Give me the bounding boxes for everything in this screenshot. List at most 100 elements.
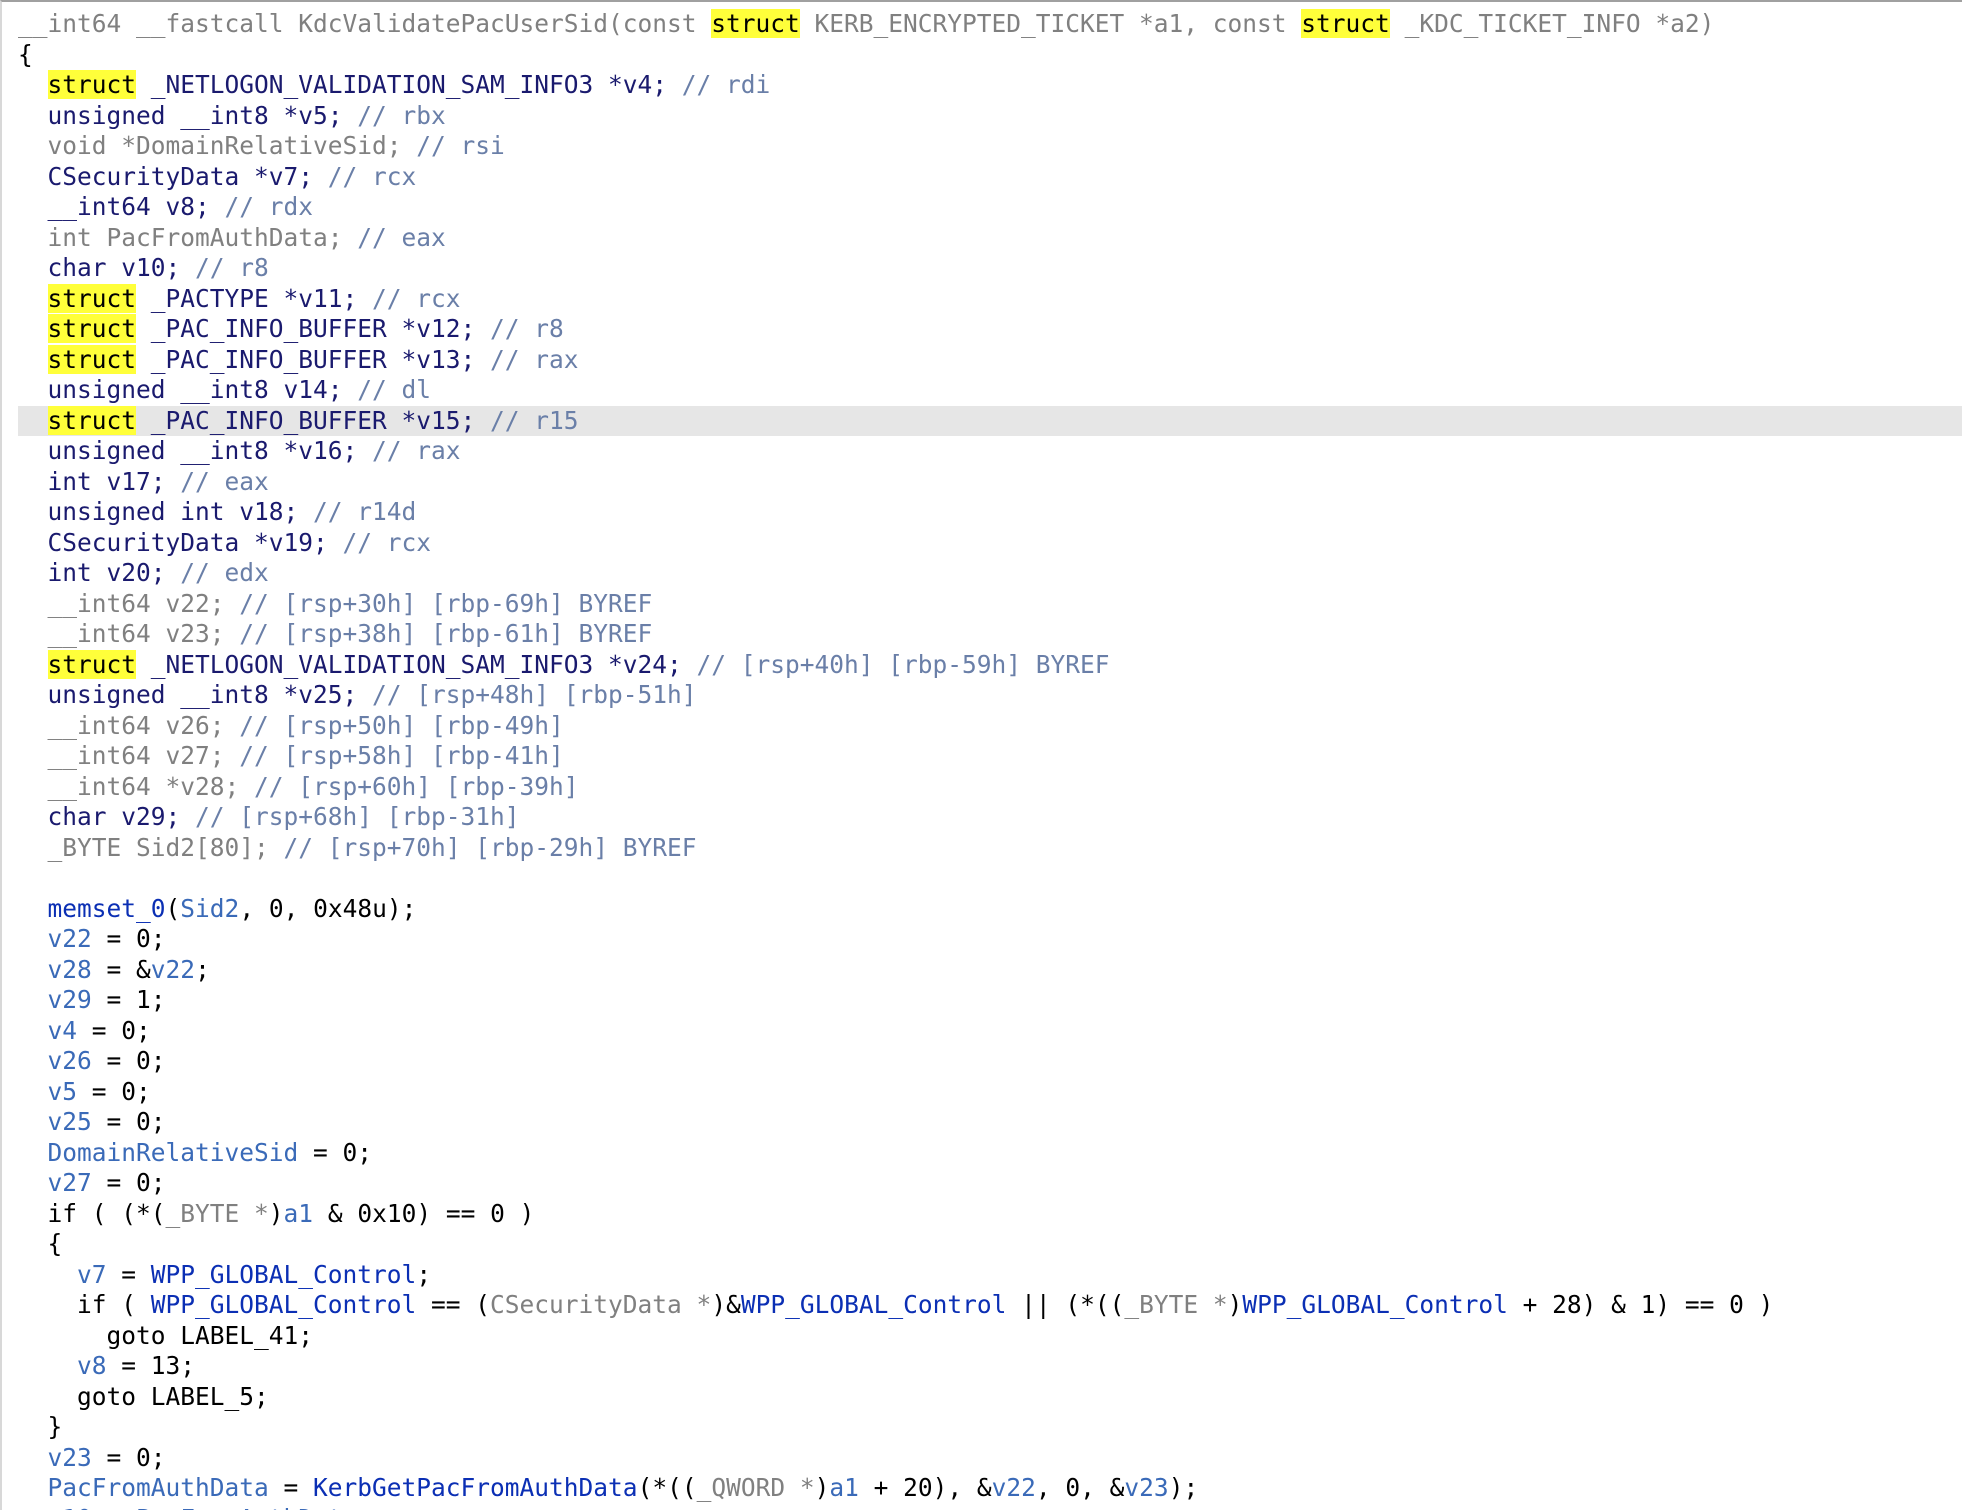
identifier-variable[interactable]: PacFromAuthData xyxy=(48,1473,269,1502)
code-line[interactable]: struct _PAC_INFO_BUFFER *v12; // r8 xyxy=(16,314,1962,345)
identifier-variable[interactable]: v28 xyxy=(48,955,92,984)
identifier-variable[interactable]: v5 xyxy=(48,1077,78,1106)
code-token: unsigned __int8 *v16; xyxy=(18,436,373,465)
identifier-variable[interactable]: v23 xyxy=(48,1443,92,1472)
code-line[interactable]: CSecurityData *v19; // rcx xyxy=(16,528,1962,559)
identifier-variable[interactable]: v26 xyxy=(48,1046,92,1075)
code-token: = 1; xyxy=(91,985,166,1014)
code-line[interactable]: __int64 v26; // [rsp+50h] [rbp-49h] xyxy=(16,711,1962,742)
code-line[interactable]: v22 = 0; xyxy=(16,924,1962,955)
code-line[interactable]: int PacFromAuthData; // eax xyxy=(16,223,1962,254)
identifier-variable[interactable]: v22 xyxy=(992,1473,1036,1502)
identifier-variable[interactable]: v22 xyxy=(151,955,195,984)
code-line[interactable]: v29 = 1; xyxy=(16,985,1962,1016)
identifier-function[interactable]: memset_0 xyxy=(48,894,166,923)
code-line[interactable]: v4 = 0; xyxy=(16,1016,1962,1047)
code-line[interactable]: v26 = 0; xyxy=(16,1046,1962,1077)
code-line[interactable]: int v20; // edx xyxy=(16,558,1962,589)
code-line[interactable]: __int64 v22; // [rsp+30h] [rbp-69h] BYRE… xyxy=(16,589,1962,620)
code-line[interactable]: struct _NETLOGON_VALIDATION_SAM_INFO3 *v… xyxy=(16,649,1962,681)
code-line[interactable]: v28 = &v22; xyxy=(16,955,1962,986)
code-line[interactable]: _BYTE Sid2[80]; // [rsp+70h] [rbp-29h] B… xyxy=(16,833,1962,864)
code-comment: // [rsp+38h] [rbp-61h] BYREF xyxy=(239,619,653,648)
code-view[interactable]: __int64 __fastcall KdcValidatePacUserSid… xyxy=(16,9,1962,1510)
identifier-function[interactable]: WPP_GLOBAL_Control xyxy=(741,1290,1007,1319)
code-line[interactable]: struct _PACTYPE *v11; // rcx xyxy=(16,283,1962,315)
code-line[interactable]: v27 = 0; xyxy=(16,1168,1962,1199)
code-line[interactable]: memset_0(Sid2, 0, 0x48u); xyxy=(16,894,1962,925)
identifier-function[interactable]: KerbGetPacFromAuthData xyxy=(313,1473,638,1502)
identifier-function[interactable]: WPP_GLOBAL_Control xyxy=(151,1290,417,1319)
code-line[interactable]: v5 = 0; xyxy=(16,1077,1962,1108)
code-line[interactable]: unsigned __int8 *v25; // [rsp+48h] [rbp-… xyxy=(16,680,1962,711)
code-line[interactable]: v8 = 13; xyxy=(16,1351,1962,1382)
identifier-variable[interactable]: v8 xyxy=(77,1351,107,1380)
code-token: ; xyxy=(357,1504,372,1510)
code-line[interactable]: goto LABEL_41; xyxy=(16,1321,1962,1352)
code-comment: // rdi xyxy=(681,70,771,99)
code-line[interactable]: goto LABEL_5; xyxy=(16,1382,1962,1413)
code-line[interactable]: unsigned __int8 v14; // dl xyxy=(16,375,1962,406)
identifier-variable[interactable]: PacFromAuthData xyxy=(136,1504,357,1510)
code-line[interactable]: __int64 v27; // [rsp+58h] [rbp-41h] xyxy=(16,741,1962,772)
code-line[interactable]: struct _PAC_INFO_BUFFER *v15; // r15 xyxy=(18,405,1962,436)
identifier-function[interactable]: WPP_GLOBAL_Control xyxy=(1242,1290,1508,1319)
code-line[interactable]: __int64 __fastcall KdcValidatePacUserSid… xyxy=(16,9,1962,40)
code-token: = xyxy=(92,1504,136,1510)
code-line[interactable]: if ( (*(_BYTE *)a1 & 0x10) == 0 ) xyxy=(16,1199,1962,1230)
code-line[interactable]: char v29; // [rsp+68h] [rbp-31h] xyxy=(16,802,1962,833)
identifier-variable[interactable]: DomainRelativeSid xyxy=(48,1138,299,1167)
code-line[interactable] xyxy=(16,863,1962,894)
identifier-variable[interactable]: v10 xyxy=(48,1504,92,1510)
code-line[interactable]: void *DomainRelativeSid; // rsi xyxy=(16,131,1962,162)
code-line[interactable]: struct _NETLOGON_VALIDATION_SAM_INFO3 *v… xyxy=(16,70,1962,101)
identifier-variable[interactable]: a1 xyxy=(829,1473,859,1502)
code-line[interactable]: __int64 *v28; // [rsp+60h] [rbp-39h] xyxy=(16,772,1962,803)
keyword-struct: struct xyxy=(47,344,137,374)
code-token: ) xyxy=(268,1198,284,1228)
identifier-variable[interactable]: v4 xyxy=(48,1016,78,1045)
code-token: __int64 v26; xyxy=(18,710,240,740)
code-line[interactable]: unsigned __int8 *v16; // rax xyxy=(16,436,1962,467)
code-token: void *DomainRelativeSid; xyxy=(18,131,417,160)
code-line[interactable]: v25 = 0; xyxy=(16,1107,1962,1138)
code-token: _QWORD * xyxy=(696,1473,815,1502)
code-line[interactable]: } xyxy=(16,1412,1962,1443)
code-line[interactable]: unsigned __int8 *v5; // rbx xyxy=(16,101,1962,132)
identifier-variable[interactable]: v23 xyxy=(1124,1473,1168,1502)
code-line[interactable]: v23 = 0; xyxy=(16,1443,1962,1474)
code-line[interactable]: v10 = PacFromAuthData; xyxy=(16,1504,1962,1510)
code-line[interactable]: PacFromAuthData = KerbGetPacFromAuthData… xyxy=(16,1473,1962,1504)
code-line[interactable]: DomainRelativeSid = 0; xyxy=(16,1138,1962,1169)
code-token: __int64 v22; xyxy=(18,588,240,618)
code-line[interactable]: char v10; // r8 xyxy=(16,253,1962,284)
identifier-variable[interactable]: v22 xyxy=(48,924,92,953)
code-token: = 0; xyxy=(91,1107,166,1136)
identifier-function[interactable]: WPP_GLOBAL_Control xyxy=(151,1260,417,1289)
code-line[interactable]: unsigned int v18; // r14d xyxy=(16,497,1962,528)
identifier-variable[interactable]: v29 xyxy=(48,985,92,1014)
code-comment: // r15 xyxy=(490,405,579,435)
code-line[interactable]: __int64 v23; // [rsp+38h] [rbp-61h] BYRE… xyxy=(16,619,1962,650)
code-token: } xyxy=(18,1412,63,1441)
identifier-variable[interactable]: v25 xyxy=(48,1107,92,1136)
identifier-variable[interactable]: a1 xyxy=(284,1199,314,1228)
code-line[interactable]: int v17; // eax xyxy=(16,467,1962,498)
code-line[interactable]: { xyxy=(16,1229,1962,1260)
identifier-variable[interactable]: v7 xyxy=(77,1260,107,1289)
code-line[interactable]: __int64 v8; // rdx xyxy=(16,192,1962,223)
code-line[interactable]: if ( WPP_GLOBAL_Control == (CSecurityDat… xyxy=(16,1290,1962,1321)
identifier-variable[interactable]: v27 xyxy=(48,1168,92,1197)
code-token: __int64 v8; xyxy=(18,192,225,221)
code-line[interactable]: v7 = WPP_GLOBAL_Control; xyxy=(16,1260,1962,1291)
pseudocode-editor[interactable]: __int64 __fastcall KdcValidatePacUserSid… xyxy=(0,0,1962,1510)
code-token: = 0; xyxy=(91,1442,166,1472)
identifier-variable[interactable]: Sid2 xyxy=(180,894,239,923)
code-comment: // edx xyxy=(180,558,269,587)
code-line[interactable]: CSecurityData *v7; // rcx xyxy=(16,162,1962,193)
code-comment: // [rsp+60h] [rbp-39h] xyxy=(254,771,579,801)
code-line[interactable]: struct _PAC_INFO_BUFFER *v13; // rax xyxy=(16,344,1962,376)
code-token: _PAC_INFO_BUFFER *v15; xyxy=(136,405,491,435)
code-line[interactable]: { xyxy=(16,40,1962,71)
